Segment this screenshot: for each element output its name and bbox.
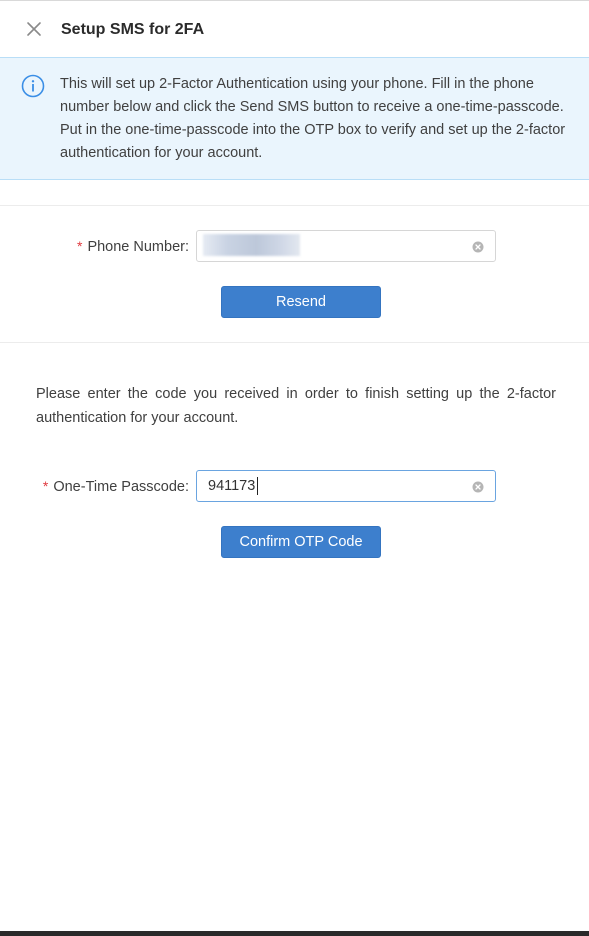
redacted-phone-value bbox=[203, 234, 300, 256]
clear-circle-icon[interactable] bbox=[472, 240, 484, 253]
otp-row: * One-Time Passcode: bbox=[0, 470, 589, 502]
sms-2fa-panel: Setup SMS for 2FA This will set up 2-Fac… bbox=[0, 0, 589, 936]
otp-input[interactable] bbox=[196, 470, 496, 502]
section-divider bbox=[0, 342, 589, 343]
phone-number-row: * Phone Number: bbox=[0, 230, 589, 262]
panel-header: Setup SMS for 2FA bbox=[0, 1, 589, 57]
otp-instructions: Please enter the code you received in or… bbox=[36, 386, 556, 426]
resend-button[interactable]: Resend bbox=[221, 286, 381, 318]
info-icon bbox=[21, 74, 45, 98]
otp-label: * One-Time Passcode: bbox=[43, 470, 189, 502]
page-title: Setup SMS for 2FA bbox=[61, 21, 205, 38]
required-mark: * bbox=[76, 238, 83, 254]
phone-number-label-text: Phone Number: bbox=[87, 239, 189, 255]
phone-number-label: * Phone Number: bbox=[77, 230, 189, 262]
close-icon[interactable] bbox=[24, 19, 44, 39]
bottom-edge-bar bbox=[0, 931, 589, 936]
confirm-otp-button[interactable]: Confirm OTP Code bbox=[221, 526, 381, 558]
required-mark: * bbox=[42, 478, 49, 494]
info-banner: This will set up 2-Factor Authentication… bbox=[0, 57, 589, 180]
otp-label-text: One-Time Passcode: bbox=[53, 479, 189, 495]
info-text: This will set up 2-Factor Authentication… bbox=[60, 76, 566, 161]
text-caret bbox=[257, 477, 258, 495]
section-divider bbox=[0, 205, 589, 206]
clear-circle-icon[interactable] bbox=[472, 480, 484, 493]
